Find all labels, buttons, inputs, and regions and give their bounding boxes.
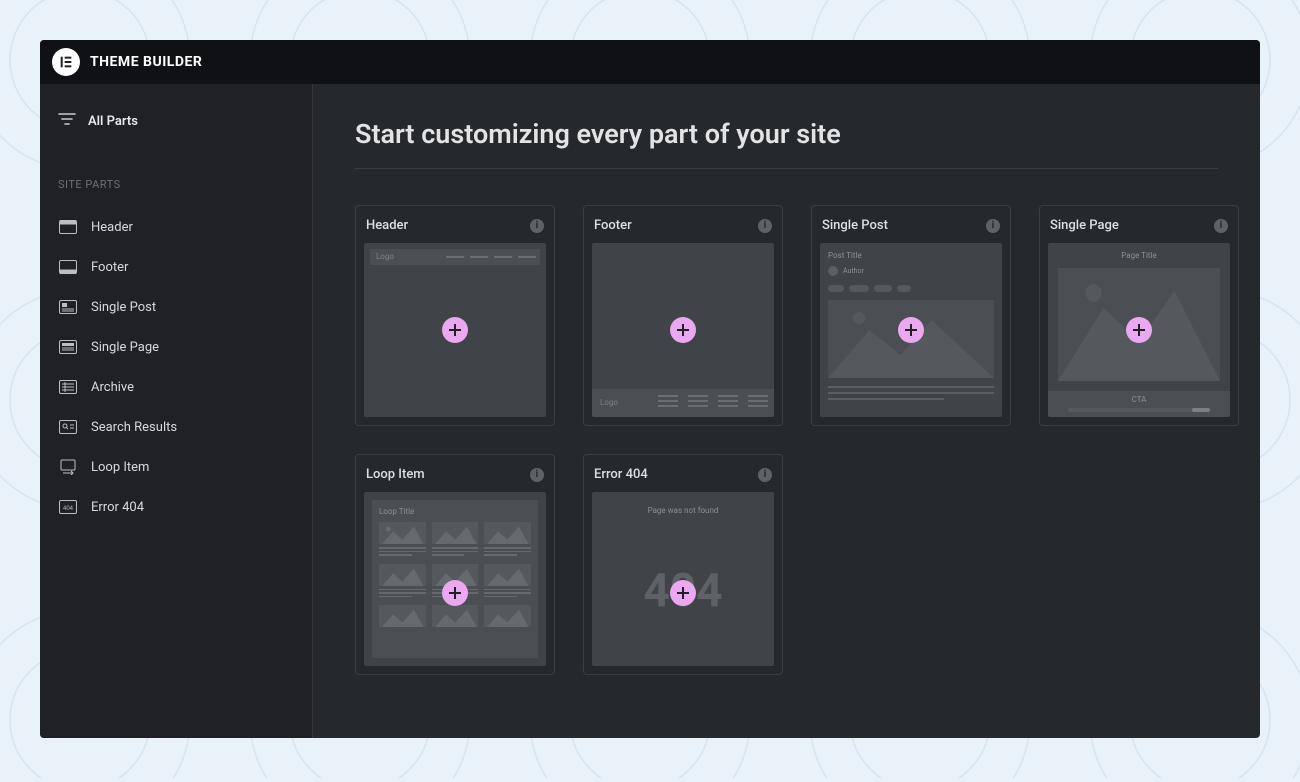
preview-page-title: Page Title: [1048, 243, 1230, 264]
svg-text:404: 404: [63, 506, 74, 512]
card-single-page[interactable]: Single Page i Page Title CTA: [1039, 205, 1239, 426]
app-window: THEME BUILDER All Parts SITE PARTS Heade…: [40, 40, 1260, 738]
sidebar: All Parts SITE PARTS Header Footer Singl…: [40, 84, 313, 738]
loop-item-icon: [58, 459, 78, 475]
preview-cta-label: CTA: [1132, 395, 1147, 404]
card-loop-item[interactable]: Loop Item i Loop Title: [355, 454, 555, 675]
filter-icon: [58, 112, 76, 130]
preview-404-message: Page was not found: [592, 492, 774, 515]
card-header[interactable]: Header i Logo: [355, 205, 555, 426]
sidebar-item-label: Loop Item: [91, 460, 149, 475]
search-results-icon: [58, 419, 78, 435]
card-error-404[interactable]: Error 404 i Page was not found 404: [583, 454, 783, 675]
info-icon[interactable]: i: [1214, 219, 1228, 233]
card-title: Error 404: [594, 467, 648, 482]
sidebar-item-single-page[interactable]: Single Page: [58, 331, 294, 363]
sidebar-all-parts-label: All Parts: [88, 114, 138, 129]
sidebar-item-label: Error 404: [91, 500, 144, 515]
add-button[interactable]: [442, 580, 468, 606]
add-button[interactable]: [442, 317, 468, 343]
preview-post-title: Post Title: [828, 251, 994, 260]
sidebar-all-parts[interactable]: All Parts: [58, 112, 294, 130]
main-content: Start customizing every part of your sit…: [313, 84, 1260, 738]
info-icon[interactable]: i: [986, 219, 1000, 233]
sidebar-item-footer[interactable]: Footer: [58, 251, 294, 283]
add-button[interactable]: [670, 317, 696, 343]
sidebar-item-label: Footer: [91, 260, 128, 275]
sidebar-section-label: SITE PARTS: [58, 178, 294, 191]
preview-logo-label: Logo: [376, 252, 394, 261]
add-button[interactable]: [1126, 317, 1152, 343]
single-page-icon: [58, 339, 78, 355]
card-title: Loop Item: [366, 467, 425, 482]
sidebar-item-label: Single Post: [91, 300, 156, 315]
preview-loop-title: Loop Title: [379, 507, 531, 516]
single-post-icon: [58, 299, 78, 315]
sidebar-item-label: Header: [91, 220, 133, 235]
divider: [355, 168, 1218, 169]
sidebar-item-search-results[interactable]: Search Results: [58, 411, 294, 443]
error-404-icon: 404: [58, 499, 78, 515]
sidebar-item-error-404[interactable]: 404 Error 404: [58, 491, 294, 523]
elementor-logo-icon: [52, 48, 80, 76]
topbar: THEME BUILDER: [40, 40, 1260, 84]
sidebar-item-label: Archive: [91, 380, 134, 395]
card-footer[interactable]: Footer i Logo: [583, 205, 783, 426]
preview-single-page: Page Title CTA: [1048, 243, 1230, 417]
archive-icon: [58, 379, 78, 395]
add-button[interactable]: [670, 580, 696, 606]
sidebar-item-single-post[interactable]: Single Post: [58, 291, 294, 323]
header-icon: [58, 219, 78, 235]
card-title: Header: [366, 218, 408, 233]
info-icon[interactable]: i: [758, 219, 772, 233]
preview-logo-label: Logo: [600, 398, 618, 407]
info-icon[interactable]: i: [530, 219, 544, 233]
card-title: Single Post: [822, 218, 888, 233]
preview-footer: Logo: [592, 243, 774, 417]
sidebar-nav: Header Footer Single Post Single Page Ar: [58, 211, 294, 523]
preview-loop-item: Loop Title: [364, 492, 546, 666]
card-title: Footer: [594, 218, 632, 233]
sidebar-item-archive[interactable]: Archive: [58, 371, 294, 403]
preview-error-404: Page was not found 404: [592, 492, 774, 666]
card-title: Single Page: [1050, 218, 1119, 233]
topbar-title: THEME BUILDER: [90, 54, 202, 70]
info-icon[interactable]: i: [758, 468, 772, 482]
sidebar-item-loop-item[interactable]: Loop Item: [58, 451, 294, 483]
page-title: Start customizing every part of your sit…: [355, 118, 1218, 150]
card-single-post[interactable]: Single Post i Post Title Author: [811, 205, 1011, 426]
info-icon[interactable]: i: [530, 468, 544, 482]
add-button[interactable]: [898, 317, 924, 343]
sidebar-item-header[interactable]: Header: [58, 211, 294, 243]
sidebar-item-label: Search Results: [91, 420, 177, 435]
preview-author-label: Author: [843, 267, 864, 275]
preview-single-post: Post Title Author: [820, 243, 1002, 417]
cards-grid: Header i Logo Footer i: [355, 205, 1218, 675]
footer-icon: [58, 259, 78, 275]
sidebar-item-label: Single Page: [91, 340, 159, 355]
preview-header: Logo: [364, 243, 546, 417]
